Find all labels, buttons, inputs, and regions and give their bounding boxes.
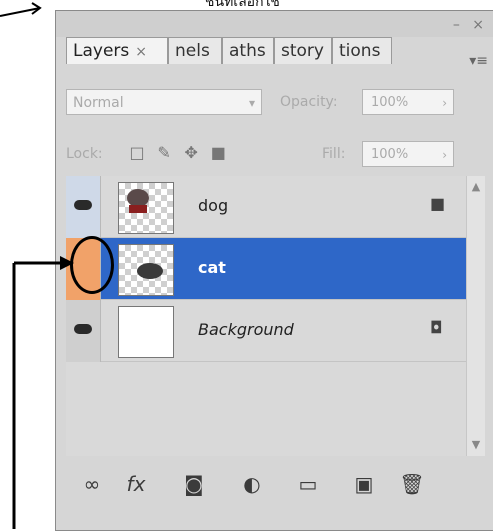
layer-row-dog[interactable]: dog ■	[66, 176, 466, 238]
chevron-right-icon: ›	[442, 148, 447, 162]
top-arrow-icon	[0, 2, 42, 17]
layers-list: dog ■ cat Background ◘	[66, 176, 466, 456]
layer-name[interactable]: cat	[198, 258, 226, 277]
layer-row-background[interactable]: Background ◘	[66, 300, 466, 362]
lock-row: Lock: □ ✎ ✥ ■ Fill: 100% ›	[66, 141, 486, 169]
opacity-value: 100%	[371, 95, 409, 110]
tab-label: tions	[339, 41, 381, 61]
layer-thumbnail	[118, 182, 174, 234]
panel-tabs: Layers × nels aths story tions	[66, 37, 466, 65]
opacity-label: Opacity:	[280, 94, 338, 110]
chevron-right-icon: ›	[442, 96, 447, 110]
lock-all-icon[interactable]: ■	[207, 143, 229, 162]
fill-value: 100%	[371, 147, 409, 162]
close-icon[interactable]: ×	[135, 44, 147, 60]
panel-titlebar	[56, 11, 493, 37]
layers-scrollbar[interactable]: ▲ ▼	[466, 176, 485, 456]
lock-transparency-icon[interactable]: □	[126, 143, 148, 162]
tab-actions[interactable]: tions	[332, 37, 392, 64]
add-mask-icon[interactable]: ◙	[176, 466, 212, 502]
link-layers-icon[interactable]: ∞	[74, 466, 110, 502]
blend-mode-select[interactable]: Normal ▾	[66, 89, 262, 115]
adjustment-layer-icon[interactable]: ◐	[234, 466, 270, 502]
layer-name[interactable]: Background	[198, 320, 294, 339]
blend-row: Normal ▾ Opacity: 100% ›	[66, 89, 486, 117]
layer-thumbnail	[118, 306, 174, 358]
tab-channels[interactable]: nels	[168, 37, 222, 64]
scroll-up-icon[interactable]: ▲	[469, 180, 483, 194]
panel-window-controls[interactable]: – ×	[453, 17, 488, 33]
lock-image-icon[interactable]: ✎	[153, 143, 175, 162]
highlight-ellipse	[70, 236, 114, 294]
fill-field[interactable]: 100% ›	[362, 141, 454, 167]
tab-label: nels	[175, 41, 210, 61]
tab-history[interactable]: story	[274, 37, 332, 64]
layer-name[interactable]: dog	[198, 196, 228, 215]
layers-panel: – × Layers × nels aths story tions ▾≡ Nor…	[55, 10, 493, 531]
eye-icon	[74, 324, 92, 334]
scroll-down-icon[interactable]: ▼	[469, 438, 483, 452]
lock-icon: ◘	[430, 318, 443, 337]
trash-icon[interactable]: 🗑	[394, 466, 430, 502]
tab-label: Layers	[73, 41, 130, 61]
lock-position-icon[interactable]: ✥	[180, 143, 202, 162]
lock-buttons: □ ✎ ✥ ■	[126, 143, 229, 167]
fx-icon[interactable]: fx	[118, 466, 154, 502]
visibility-toggle[interactable]	[66, 176, 101, 238]
new-group-icon[interactable]: ▭	[290, 466, 326, 502]
lock-icon: ■	[430, 194, 446, 213]
tab-label: story	[281, 41, 324, 61]
new-layer-icon[interactable]: ▣	[346, 466, 382, 502]
fill-label: Fill:	[322, 146, 346, 162]
layer-thumbnail	[118, 244, 174, 296]
eye-icon	[74, 200, 92, 210]
chevron-down-icon: ▾	[248, 96, 255, 110]
tab-layers[interactable]: Layers ×	[66, 37, 168, 64]
layer-row-cat[interactable]: cat	[66, 238, 466, 300]
blend-mode-value: Normal	[73, 95, 124, 111]
tab-paths[interactable]: aths	[222, 37, 274, 64]
layers-toolbar: ∞ fx ◙ ◐ ▭ ▣ 🗑	[66, 466, 486, 506]
tab-label: aths	[229, 41, 266, 61]
panel-menu-icon[interactable]: ▾≡	[469, 53, 488, 69]
lock-label: Lock:	[66, 146, 103, 162]
visibility-toggle[interactable]	[66, 300, 101, 362]
opacity-field[interactable]: 100% ›	[362, 89, 454, 115]
